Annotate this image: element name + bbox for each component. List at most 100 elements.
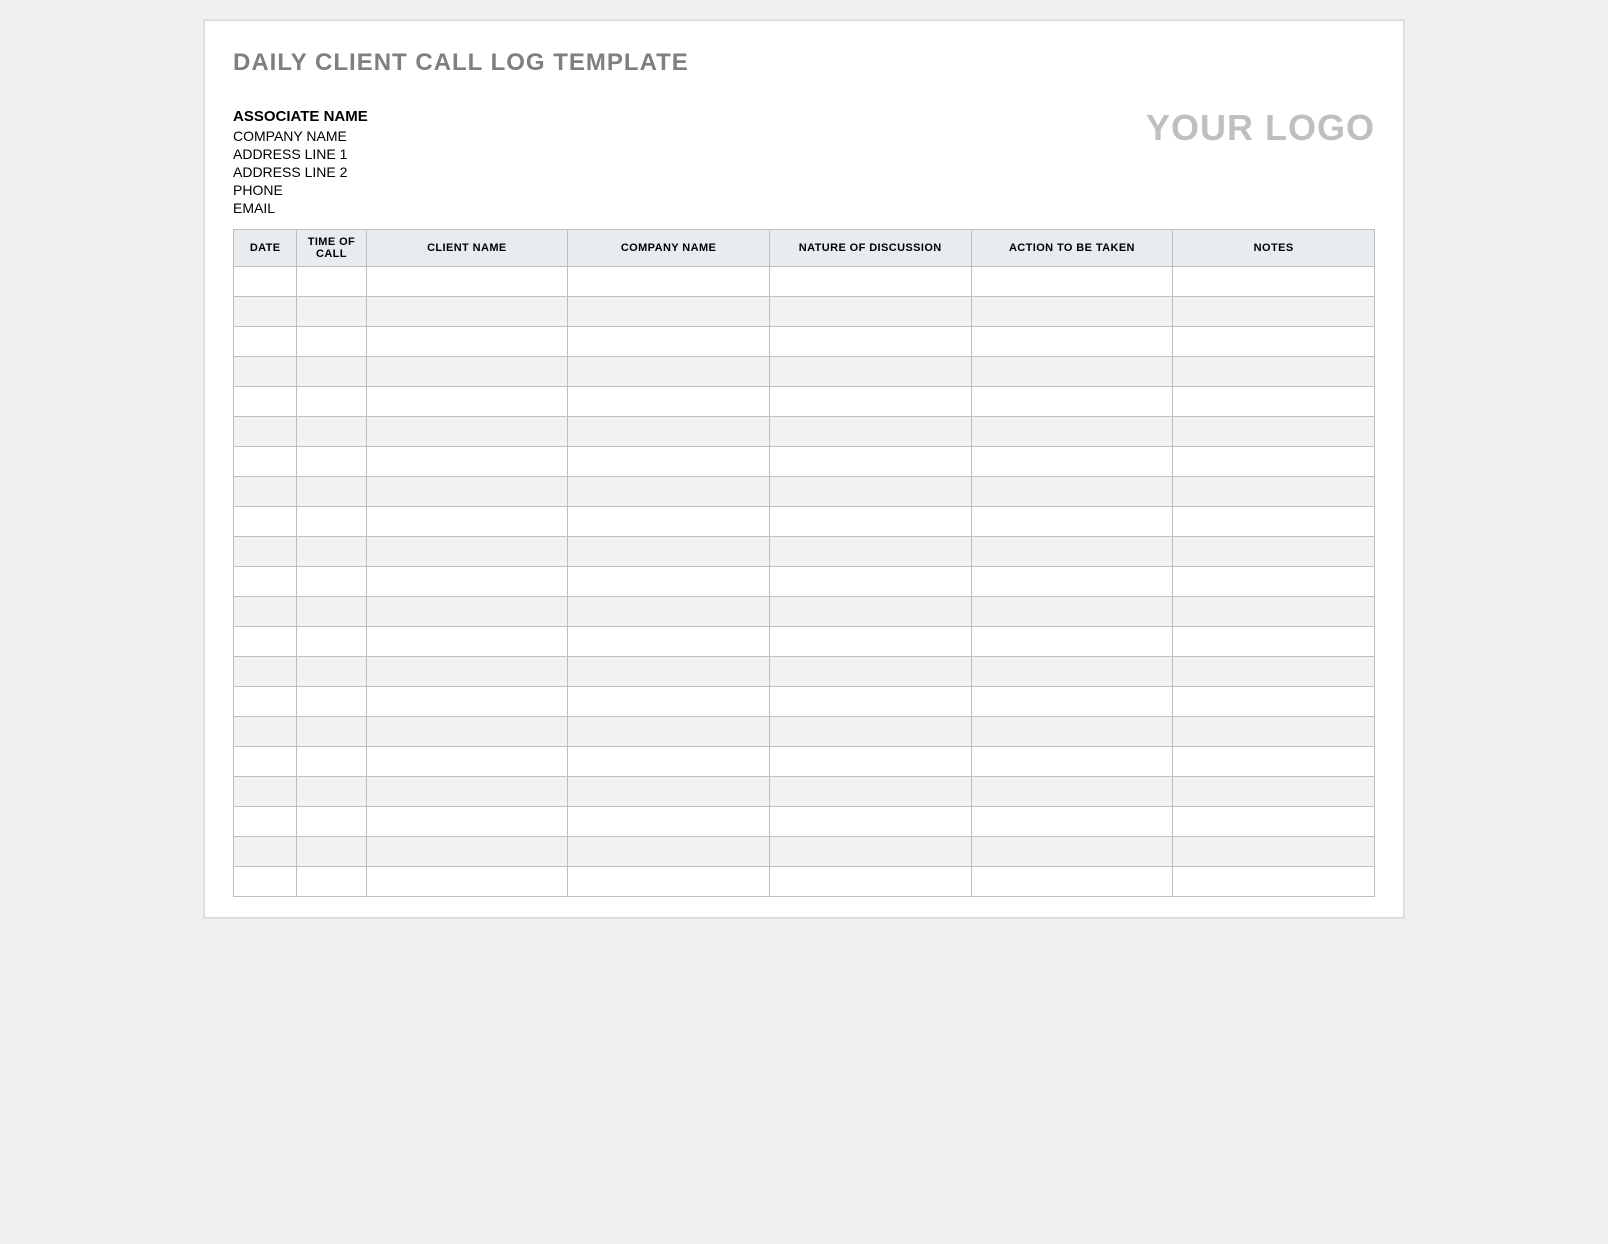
table-cell[interactable] (971, 807, 1173, 837)
table-cell[interactable] (568, 717, 770, 747)
table-cell[interactable] (234, 387, 297, 417)
table-cell[interactable] (769, 657, 971, 687)
table-cell[interactable] (971, 657, 1173, 687)
table-cell[interactable] (769, 357, 971, 387)
table-cell[interactable] (297, 417, 366, 447)
table-cell[interactable] (1173, 357, 1375, 387)
table-cell[interactable] (769, 327, 971, 357)
table-cell[interactable] (366, 297, 568, 327)
table-cell[interactable] (1173, 387, 1375, 417)
table-cell[interactable] (1173, 867, 1375, 897)
table-cell[interactable] (568, 327, 770, 357)
table-cell[interactable] (1173, 417, 1375, 447)
table-cell[interactable] (769, 447, 971, 477)
table-cell[interactable] (971, 687, 1173, 717)
table-cell[interactable] (366, 627, 568, 657)
table-cell[interactable] (297, 747, 366, 777)
table-cell[interactable] (366, 837, 568, 867)
table-cell[interactable] (1173, 747, 1375, 777)
table-cell[interactable] (568, 477, 770, 507)
table-cell[interactable] (1173, 507, 1375, 537)
table-cell[interactable] (297, 807, 366, 837)
table-cell[interactable] (568, 687, 770, 717)
table-cell[interactable] (568, 597, 770, 627)
table-cell[interactable] (366, 507, 568, 537)
table-cell[interactable] (971, 387, 1173, 417)
table-cell[interactable] (297, 627, 366, 657)
table-cell[interactable] (971, 867, 1173, 897)
table-cell[interactable] (297, 657, 366, 687)
table-cell[interactable] (568, 567, 770, 597)
table-cell[interactable] (234, 627, 297, 657)
table-cell[interactable] (769, 837, 971, 867)
table-cell[interactable] (234, 357, 297, 387)
table-cell[interactable] (366, 477, 568, 507)
table-cell[interactable] (769, 567, 971, 597)
table-cell[interactable] (1173, 297, 1375, 327)
table-cell[interactable] (1173, 327, 1375, 357)
table-cell[interactable] (297, 327, 366, 357)
table-cell[interactable] (568, 747, 770, 777)
table-cell[interactable] (366, 867, 568, 897)
table-cell[interactable] (366, 657, 568, 687)
table-cell[interactable] (366, 567, 568, 597)
table-cell[interactable] (971, 267, 1173, 297)
table-cell[interactable] (568, 657, 770, 687)
table-cell[interactable] (769, 777, 971, 807)
table-cell[interactable] (297, 477, 366, 507)
table-cell[interactable] (234, 327, 297, 357)
table-cell[interactable] (971, 357, 1173, 387)
table-cell[interactable] (1173, 597, 1375, 627)
table-cell[interactable] (568, 507, 770, 537)
table-cell[interactable] (366, 327, 568, 357)
table-cell[interactable] (297, 867, 366, 897)
table-cell[interactable] (1173, 447, 1375, 477)
table-cell[interactable] (769, 807, 971, 837)
table-cell[interactable] (1173, 627, 1375, 657)
table-cell[interactable] (769, 597, 971, 627)
table-cell[interactable] (769, 747, 971, 777)
table-cell[interactable] (234, 417, 297, 447)
table-cell[interactable] (971, 447, 1173, 477)
table-cell[interactable] (297, 507, 366, 537)
table-cell[interactable] (234, 507, 297, 537)
table-cell[interactable] (297, 717, 366, 747)
table-cell[interactable] (1173, 657, 1375, 687)
table-cell[interactable] (1173, 477, 1375, 507)
table-cell[interactable] (234, 867, 297, 897)
table-cell[interactable] (297, 387, 366, 417)
table-cell[interactable] (297, 267, 366, 297)
table-cell[interactable] (234, 267, 297, 297)
table-cell[interactable] (234, 567, 297, 597)
table-cell[interactable] (971, 507, 1173, 537)
table-cell[interactable] (769, 627, 971, 657)
table-cell[interactable] (1173, 267, 1375, 297)
table-cell[interactable] (568, 627, 770, 657)
table-cell[interactable] (769, 267, 971, 297)
table-cell[interactable] (366, 387, 568, 417)
table-cell[interactable] (769, 717, 971, 747)
table-cell[interactable] (769, 297, 971, 327)
table-cell[interactable] (366, 747, 568, 777)
table-cell[interactable] (971, 717, 1173, 747)
table-cell[interactable] (971, 597, 1173, 627)
table-cell[interactable] (568, 387, 770, 417)
table-cell[interactable] (234, 447, 297, 477)
table-cell[interactable] (297, 447, 366, 477)
table-cell[interactable] (971, 567, 1173, 597)
table-cell[interactable] (234, 807, 297, 837)
table-cell[interactable] (297, 567, 366, 597)
table-cell[interactable] (568, 357, 770, 387)
table-cell[interactable] (234, 477, 297, 507)
table-cell[interactable] (971, 747, 1173, 777)
table-cell[interactable] (971, 417, 1173, 447)
table-cell[interactable] (234, 777, 297, 807)
table-cell[interactable] (366, 267, 568, 297)
table-cell[interactable] (971, 297, 1173, 327)
table-cell[interactable] (366, 807, 568, 837)
table-cell[interactable] (568, 867, 770, 897)
table-cell[interactable] (971, 627, 1173, 657)
table-cell[interactable] (568, 267, 770, 297)
table-cell[interactable] (366, 777, 568, 807)
table-cell[interactable] (297, 537, 366, 567)
